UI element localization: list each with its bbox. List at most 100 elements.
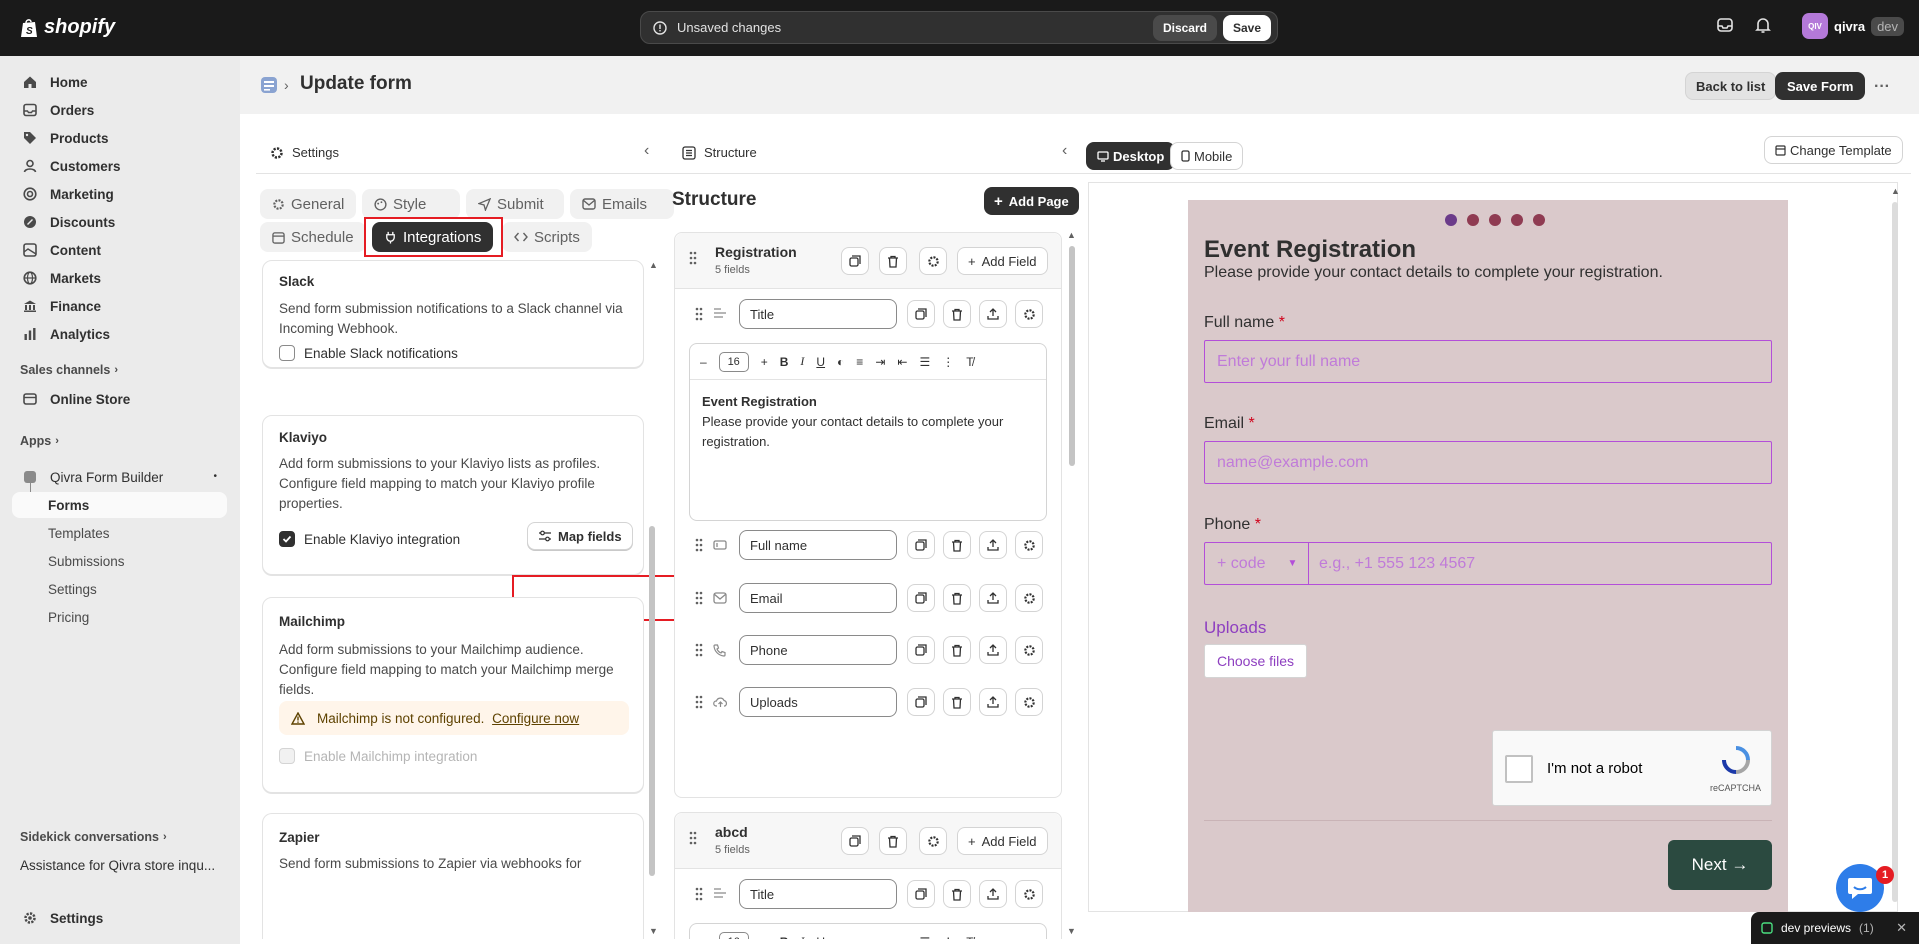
desktop-view-button[interactable]: Desktop	[1086, 142, 1176, 170]
field-settings-button[interactable]	[1015, 880, 1043, 908]
align-icon[interactable]: ≡	[856, 355, 863, 369]
country-code-select[interactable]: + code ▼	[1205, 543, 1309, 584]
shopify-logo[interactable]: S shopify	[20, 16, 115, 39]
increase-size-icon[interactable]: +	[761, 355, 768, 369]
email-input[interactable]: name@example.com	[1204, 441, 1772, 484]
editor-content[interactable]: Event Registration Please provide your c…	[690, 380, 1046, 464]
clear-format-icon[interactable]: T̸	[966, 355, 973, 369]
sidekick-heading[interactable]: Sidekick conversations ›	[20, 830, 167, 844]
step-dot[interactable]	[1445, 214, 1457, 226]
sidebar-item-content[interactable]: Content	[12, 237, 227, 263]
sidebar-item-markets[interactable]: Markets	[12, 265, 227, 291]
delete-field-button[interactable]	[943, 531, 971, 559]
field-name-input[interactable]: Email	[739, 583, 897, 613]
drag-handle-icon[interactable]	[695, 538, 703, 552]
step-dot[interactable]	[1489, 214, 1501, 226]
drag-handle-icon[interactable]	[689, 251, 697, 265]
scroll-down-arrow-icon[interactable]: ▼	[1067, 926, 1076, 936]
drag-handle-icon[interactable]	[695, 887, 703, 901]
drag-handle-icon[interactable]	[695, 591, 703, 605]
duplicate-field-button[interactable]	[907, 584, 935, 612]
account-menu[interactable]: QIV qivra dev	[1802, 13, 1905, 39]
sidebar-item-settings[interactable]: Settings	[12, 905, 227, 931]
next-button[interactable]: Next →	[1668, 840, 1772, 890]
dev-previews-bar[interactable]: dev previews (1) ✕	[1751, 912, 1919, 944]
sidebar-item-discounts[interactable]: Discounts	[12, 209, 227, 235]
field-name-input[interactable]: Uploads	[739, 687, 897, 717]
back-to-list-button[interactable]: Back to list	[1685, 72, 1777, 100]
delete-field-button[interactable]	[943, 300, 971, 328]
duplicate-field-button[interactable]	[907, 880, 935, 908]
choose-files-button[interactable]: Choose files	[1204, 644, 1308, 678]
color-palette-icon[interactable]: ◐	[837, 355, 844, 369]
drag-handle-icon[interactable]	[695, 643, 703, 657]
delete-field-button[interactable]	[943, 584, 971, 612]
numbered-list-icon[interactable]: ⋮	[942, 355, 954, 369]
move-field-button[interactable]	[979, 531, 1007, 559]
field-name-input[interactable]: Full name	[739, 530, 897, 560]
configure-now-link[interactable]: Configure now	[492, 711, 579, 726]
scroll-down-arrow-icon[interactable]: ▼	[649, 926, 658, 936]
slack-enable-row[interactable]: Enable Slack notifications	[279, 345, 458, 361]
delete-page-button[interactable]	[879, 247, 907, 275]
save-form-button[interactable]: Save Form	[1775, 72, 1866, 100]
sidebar-item-products[interactable]: Products	[12, 125, 227, 151]
klaviyo-enable-row[interactable]: Enable Klaviyo integration	[279, 531, 460, 547]
move-field-button[interactable]	[979, 584, 1007, 612]
field-name-input[interactable]: Title	[739, 879, 897, 909]
sidekick-conversation-item[interactable]: Assistance for Qivra store inqu...	[20, 858, 215, 873]
full-name-input[interactable]: Enter your full name	[1204, 340, 1772, 383]
duplicate-page-button[interactable]	[841, 827, 869, 855]
drag-handle-icon[interactable]	[695, 307, 703, 321]
duplicate-page-button[interactable]	[841, 247, 869, 275]
page-settings-button[interactable]	[919, 247, 947, 275]
step-dot[interactable]	[1511, 214, 1523, 226]
tab-style[interactable]: Style	[362, 189, 460, 219]
settings-scrollbar[interactable]	[649, 526, 655, 876]
sidebar-item-customers[interactable]: Customers	[12, 153, 227, 179]
tab-emails[interactable]: Emails	[570, 189, 674, 219]
recaptcha-checkbox[interactable]	[1505, 755, 1533, 783]
discard-button[interactable]: Discard	[1152, 14, 1217, 41]
sidebar-item-analytics[interactable]: Analytics	[12, 321, 227, 347]
tab-schedule[interactable]: Schedule	[260, 222, 366, 252]
mobile-view-button[interactable]: Mobile	[1170, 142, 1244, 170]
sidebar-item-home[interactable]: Home	[12, 69, 227, 95]
sidebar-item-marketing[interactable]: Marketing	[12, 181, 227, 207]
sidebar-subitem-pricing[interactable]: Pricing	[12, 604, 227, 630]
field-settings-button[interactable]	[1015, 584, 1043, 612]
step-dot[interactable]	[1533, 214, 1545, 226]
breadcrumb[interactable]: ›	[260, 76, 289, 94]
rich-text-editor[interactable]: – 16 + B I U ◐ ≡ ⇥ ⇤ ☰ ⋮ T̸ Event Regist…	[689, 343, 1047, 521]
bullet-list-icon[interactable]: ☰	[919, 355, 930, 369]
tab-scripts[interactable]: Scripts	[502, 222, 592, 252]
step-dot[interactable]	[1467, 214, 1479, 226]
delete-field-button[interactable]	[943, 880, 971, 908]
scroll-up-arrow-icon[interactable]: ▲	[1067, 230, 1076, 240]
sidebar-subitem-templates[interactable]: Templates	[12, 520, 227, 546]
tab-general[interactable]: General	[260, 189, 357, 219]
more-actions-icon[interactable]: ···	[1874, 78, 1890, 96]
bold-icon[interactable]: B	[780, 355, 789, 369]
sidebar-subitem-settings[interactable]: Settings	[12, 576, 227, 602]
duplicate-field-button[interactable]	[907, 531, 935, 559]
drag-handle-icon[interactable]	[689, 831, 697, 845]
page-settings-button[interactable]	[919, 827, 947, 855]
field-settings-button[interactable]	[1015, 300, 1043, 328]
collapse-structure-icon[interactable]: ‹	[1062, 142, 1067, 160]
field-name-input[interactable]: Phone	[739, 635, 897, 665]
sidebar-subitem-submissions[interactable]: Submissions	[12, 548, 227, 574]
font-size-input[interactable]: 16	[718, 351, 749, 372]
change-template-button[interactable]: Change Template	[1764, 136, 1903, 164]
delete-field-button[interactable]	[943, 636, 971, 664]
delete-field-button[interactable]	[943, 688, 971, 716]
field-settings-button[interactable]	[1015, 636, 1043, 664]
preview-scrollbar[interactable]	[1892, 202, 1898, 902]
field-settings-button[interactable]	[1015, 531, 1043, 559]
move-field-button[interactable]	[979, 688, 1007, 716]
drag-handle-icon[interactable]	[695, 695, 703, 709]
field-settings-button[interactable]	[1015, 688, 1043, 716]
slack-enable-checkbox[interactable]	[279, 345, 295, 361]
duplicate-field-button[interactable]	[907, 688, 935, 716]
move-field-button[interactable]	[979, 300, 1007, 328]
